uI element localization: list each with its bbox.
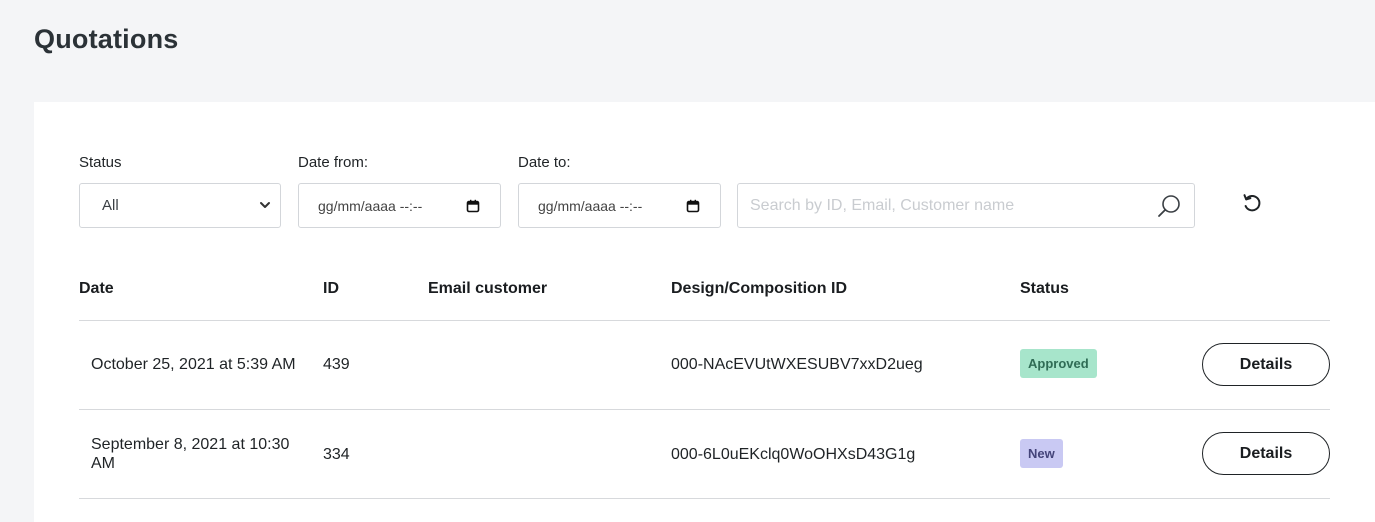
row-date: September 8, 2021 at 10:30 bbox=[91, 436, 290, 453]
calendar-icon[interactable] bbox=[466, 199, 480, 213]
row-design-id: 000-6L0uEKclq0WoOHXsD43G1g bbox=[671, 446, 916, 463]
column-header-design-id: Design/Composition ID bbox=[671, 280, 847, 297]
column-header-date: Date bbox=[79, 280, 114, 297]
details-button[interactable]: Details bbox=[1202, 432, 1330, 475]
status-badge: New bbox=[1020, 439, 1063, 468]
date-to-label: Date to: bbox=[518, 154, 571, 171]
row-id: 334 bbox=[323, 446, 350, 463]
status-select-value: All bbox=[102, 197, 119, 214]
search-placeholder: Search by ID, Email, Customer name bbox=[750, 196, 1015, 214]
quotations-card: Status Date from: Date to: All gg/mm/aaa… bbox=[34, 102, 1375, 522]
page-title: Quotations bbox=[34, 24, 179, 54]
reset-icon[interactable] bbox=[1241, 192, 1263, 214]
row-divider bbox=[79, 498, 1330, 499]
row-date-continued: AM bbox=[91, 455, 115, 472]
row-date: October 25, 2021 at 5:39 AM bbox=[91, 356, 296, 373]
status-select[interactable]: All bbox=[79, 183, 281, 228]
calendar-icon[interactable] bbox=[686, 199, 700, 213]
column-header-status: Status bbox=[1020, 280, 1069, 297]
details-button[interactable]: Details bbox=[1202, 343, 1330, 386]
column-header-email: Email customer bbox=[428, 280, 548, 297]
row-divider bbox=[79, 409, 1330, 410]
search-input[interactable]: Search by ID, Email, Customer name bbox=[737, 183, 1195, 228]
date-from-value: gg/mm/aaaa --:-- bbox=[318, 197, 423, 214]
row-id: 439 bbox=[323, 356, 350, 373]
status-badge: Approved bbox=[1020, 349, 1097, 378]
date-from-label: Date from: bbox=[298, 154, 369, 171]
chevron-down-icon bbox=[260, 202, 270, 208]
date-to-input[interactable]: gg/mm/aaaa --:-- bbox=[518, 183, 721, 228]
table-header-divider bbox=[79, 320, 1330, 321]
status-filter-label: Status bbox=[79, 154, 122, 171]
row-design-id: 000-NAcEVUtWXESUBV7xxD2ueg bbox=[671, 356, 923, 373]
date-to-value: gg/mm/aaaa --:-- bbox=[538, 197, 643, 214]
date-from-input[interactable]: gg/mm/aaaa --:-- bbox=[298, 183, 501, 228]
column-header-id: ID bbox=[323, 280, 339, 297]
search-icon[interactable] bbox=[1156, 193, 1182, 219]
